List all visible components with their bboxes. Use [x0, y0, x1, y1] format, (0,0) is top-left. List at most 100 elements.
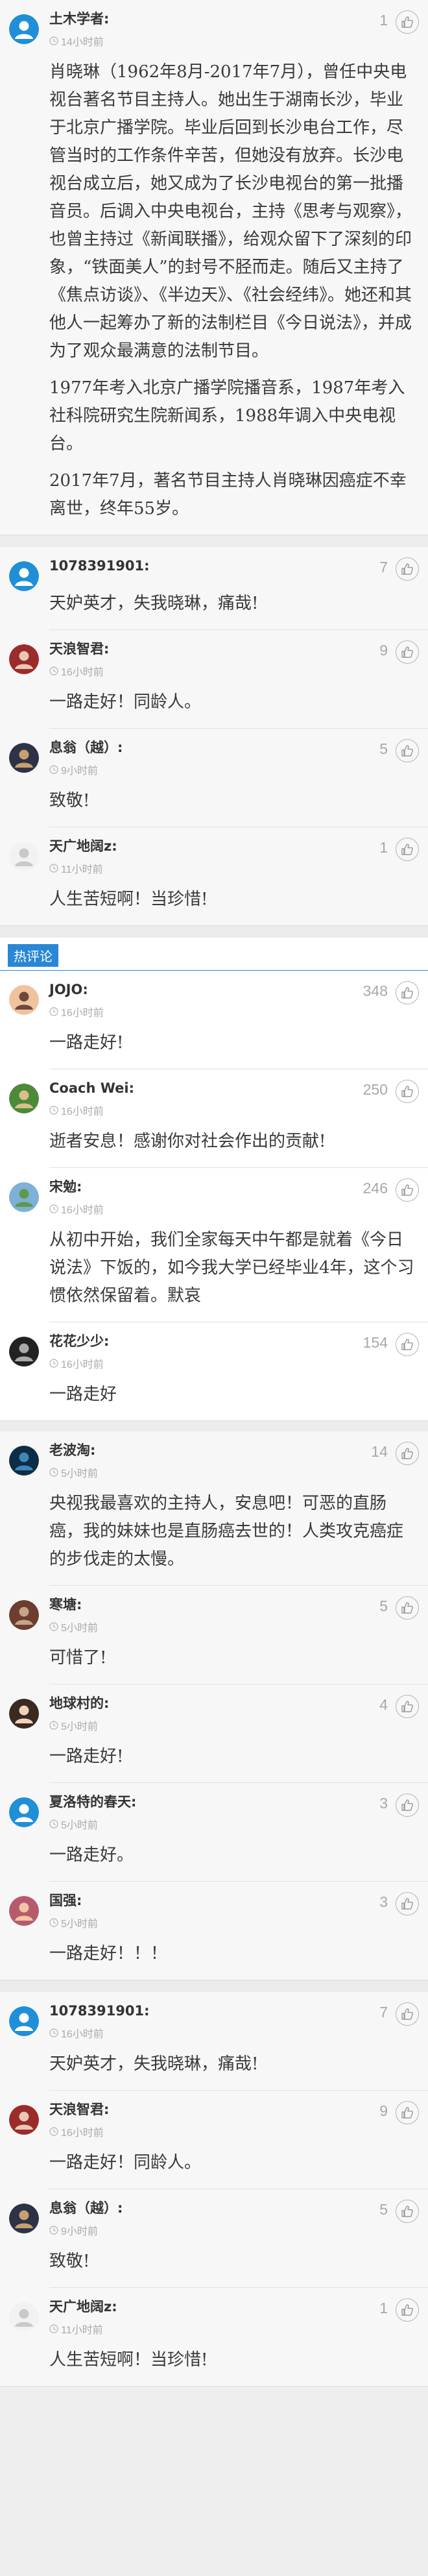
user-avatar[interactable] — [9, 1896, 39, 1926]
thumbs-up-icon[interactable] — [396, 2298, 419, 2322]
user-avatar[interactable] — [9, 561, 39, 591]
comment-item: 天浪智君: 9 16小时前一路走好！同龄人。 — [0, 630, 428, 728]
comment-text: 人生苦短啊！当珍惜! — [49, 2350, 208, 2370]
time-text: 9小时前 — [61, 2226, 98, 2237]
timestamp: 5小时前 — [49, 1918, 419, 1931]
user-avatar[interactable] — [9, 2302, 39, 2332]
username[interactable]: 息翁（越）: — [49, 739, 379, 756]
thumbs-up-icon[interactable] — [396, 838, 419, 861]
thumbs-up-icon[interactable] — [396, 739, 419, 762]
timestamp: 5小时前 — [49, 1819, 419, 1832]
thumbs-up-icon[interactable] — [396, 640, 419, 664]
username[interactable]: 天浪智君: — [49, 2101, 379, 2118]
username[interactable]: 息翁（越）: — [49, 2200, 379, 2217]
time-text: 11小时前 — [61, 2325, 103, 2336]
hot-comments-tab[interactable]: 热评论 — [8, 944, 58, 967]
user-avatar[interactable] — [9, 743, 39, 773]
user-avatar[interactable] — [9, 2006, 39, 2036]
thumbs-up-icon[interactable] — [396, 1080, 419, 1103]
like-count: 5 — [379, 2201, 388, 2218]
comment-header: 宋勉: 246 — [49, 1178, 419, 1202]
user-avatar[interactable] — [9, 2204, 39, 2233]
comment-header: 天广地阔z: 1 — [49, 838, 419, 861]
username[interactable]: 天广地阔z: — [49, 838, 379, 855]
username[interactable]: 1078391901: — [49, 2002, 379, 2019]
comment-paragraph: 1977年考入北京广播学院播音系，1987年考入社科院研究生院新闻系，1988年… — [49, 378, 405, 454]
username[interactable]: 老波淘: — [49, 1442, 371, 1459]
timestamp: 16小时前 — [49, 1359, 419, 1372]
username[interactable]: 花花少少: — [49, 1333, 363, 1350]
thumbs-up-icon[interactable] — [396, 981, 419, 1004]
clock-icon — [49, 1819, 61, 1832]
user-avatar[interactable] — [9, 644, 39, 674]
username[interactable]: 寒塘: — [49, 1596, 379, 1613]
like-count: 9 — [379, 642, 388, 659]
user-avatar[interactable] — [9, 1797, 39, 1827]
username[interactable]: 天广地阔z: — [49, 2298, 379, 2315]
clock-icon — [49, 1622, 61, 1635]
user-avatar[interactable] — [9, 842, 39, 871]
thumbs-up-icon[interactable] — [396, 1793, 419, 1817]
comment-header: Coach Wei: 250 — [49, 1080, 419, 1103]
clock-icon — [49, 2324, 61, 2337]
clock-icon — [49, 765, 61, 778]
user-avatar[interactable] — [9, 1600, 39, 1630]
user-avatar[interactable] — [9, 985, 39, 1015]
timestamp: 5小时前 — [49, 1721, 419, 1734]
comment-body: 息翁（越）: 5 9小时前 致敬! — [49, 2200, 419, 2276]
timestamp: 16小时前 — [49, 666, 419, 679]
thumbs-up-icon[interactable] — [396, 2200, 419, 2223]
user-avatar[interactable] — [9, 14, 39, 44]
like-count: 348 — [363, 982, 388, 999]
comment-content: 逝者安息！感谢你对社会作出的贡献! — [49, 1128, 419, 1156]
username[interactable]: 1078391901: — [49, 557, 379, 574]
thumbs-up-icon[interactable] — [396, 557, 419, 581]
comment-content: 一路走好！！！ — [49, 1940, 419, 1968]
thumbs-up-icon[interactable] — [396, 1695, 419, 1718]
username[interactable]: 土木学者: — [49, 10, 379, 27]
thumbs-up-icon[interactable] — [396, 1178, 419, 1202]
username[interactable]: Coach Wei: — [49, 1080, 363, 1097]
like-count: 246 — [363, 1180, 388, 1197]
thumbs-up-icon[interactable] — [396, 2002, 419, 2026]
thumbs-up-icon[interactable] — [396, 2101, 419, 2124]
timestamp: 9小时前 — [49, 765, 419, 778]
thumbs-up-icon[interactable] — [396, 1333, 419, 1356]
clock-icon — [49, 2127, 61, 2140]
clock-icon — [49, 666, 61, 679]
timestamp: 5小时前 — [49, 1622, 419, 1635]
user-avatar[interactable] — [9, 1182, 39, 1212]
like-count: 5 — [379, 740, 388, 757]
username[interactable]: 国强: — [49, 1892, 379, 1909]
like-count: 1 — [379, 2300, 388, 2316]
thumbs-up-icon[interactable] — [396, 10, 419, 34]
comment-body: 老波淘: 14 5小时前 央视我最喜欢的主持人，安息吧！可恶的直肠癌，我的妹妹也是直肠… — [49, 1442, 419, 1574]
comment-content: 一路走好！同龄人。 — [49, 688, 419, 716]
username[interactable]: JOJO: — [49, 981, 363, 998]
comment-content: 肖晓琳（1962年8月-2017年7月），曾任中央电视台著名节目主持人。她出生于… — [49, 58, 419, 523]
username[interactable]: 宋勉: — [49, 1178, 363, 1195]
comment-item: 老波淘: 14 5小时前 央视我最喜欢的主持人，安息吧！可恶的直肠癌，我的妹妹也是直肠… — [0, 1431, 428, 1585]
thumbs-up-icon[interactable] — [396, 1442, 419, 1465]
user-avatar[interactable] — [9, 1337, 39, 1367]
username[interactable]: 地球村的: — [49, 1695, 379, 1712]
thumbs-up-icon[interactable] — [396, 1596, 419, 1620]
timestamp: 5小时前 — [49, 1468, 419, 1481]
comment-body: 天浪智君: 9 16小时前一路走好！同龄人。 — [49, 640, 419, 716]
user-avatar[interactable] — [9, 1084, 39, 1113]
like-count: 1 — [379, 12, 388, 29]
like-count: 7 — [379, 2004, 388, 2021]
user-avatar[interactable] — [9, 1699, 39, 1729]
comment-header: JOJO: 348 — [49, 981, 419, 1004]
hot-comments-header: 热评论 — [0, 938, 428, 971]
thumbs-up-icon[interactable] — [396, 1892, 419, 1915]
comment-item: 息翁（越）: 5 9小时前 致敬! — [0, 2189, 428, 2287]
username[interactable]: 天浪智君: — [49, 640, 379, 657]
comment-header: 1078391901: 7 — [49, 2002, 419, 2026]
like-count: 5 — [379, 1598, 388, 1614]
comment-header: 地球村的: 4 — [49, 1695, 419, 1718]
user-avatar[interactable] — [9, 2105, 39, 2135]
username[interactable]: 夏洛特的春天: — [49, 1793, 379, 1810]
user-avatar[interactable] — [9, 1446, 39, 1476]
hot-comments-list: JOJO: 348 16小时前 一路走好! Coach Wei: 250 16小时前 逝者安息… — [0, 971, 428, 1421]
